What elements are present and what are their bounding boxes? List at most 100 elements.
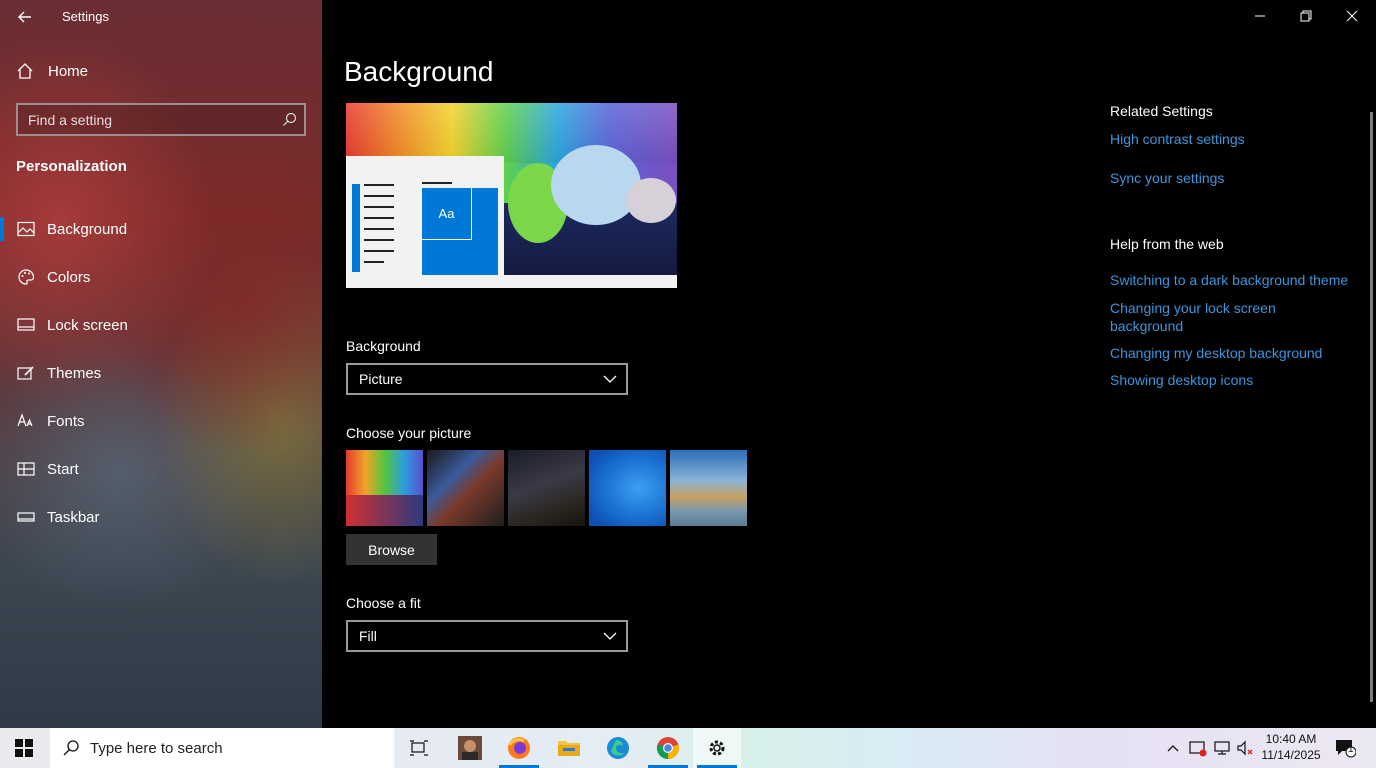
sidebar-item-label: Colors bbox=[47, 268, 91, 286]
find-setting-input[interactable] bbox=[28, 111, 268, 129]
sidebar-item-label: Themes bbox=[47, 364, 102, 382]
security-tray-icon[interactable] bbox=[1186, 728, 1210, 768]
home-label: Home bbox=[48, 62, 89, 80]
sidebar-item-fonts[interactable]: Fonts bbox=[0, 397, 322, 445]
minimize-button[interactable] bbox=[1237, 0, 1283, 32]
brush-icon bbox=[17, 364, 35, 382]
preview-character bbox=[551, 145, 641, 225]
taskbar-app-settings[interactable] bbox=[693, 728, 741, 768]
background-type-dropdown[interactable]: Picture bbox=[346, 363, 628, 395]
related-settings-heading: Related Settings bbox=[1110, 103, 1213, 119]
folder-icon bbox=[558, 741, 580, 756]
minimize-icon bbox=[1255, 15, 1265, 17]
clock-date: 11/14/2025 bbox=[1261, 748, 1321, 762]
background-type-value: Picture bbox=[359, 371, 403, 387]
preview-tile-text: Aa bbox=[422, 188, 472, 240]
sidebar-item-taskbar[interactable]: Taskbar bbox=[0, 493, 322, 541]
action-center-button[interactable]: 1 bbox=[1330, 728, 1360, 768]
preview-character bbox=[626, 178, 676, 223]
start-button[interactable] bbox=[0, 728, 48, 768]
taskbar-app-edge[interactable] bbox=[594, 728, 642, 768]
clock-time: 10:40 AM bbox=[1265, 732, 1317, 746]
help-link[interactable]: Switching to a dark background theme bbox=[1110, 271, 1360, 289]
search-icon bbox=[63, 740, 79, 756]
home-nav-item[interactable]: Home bbox=[16, 62, 88, 80]
preview-taskbar bbox=[346, 275, 677, 288]
taskbar: Type here to search 10:40 AM 11/14/2025 … bbox=[0, 728, 1376, 768]
help-link[interactable]: Changing your lock screen background bbox=[1110, 299, 1310, 335]
sidebar-nav: Background Colors Lock screen Themes Fon… bbox=[0, 205, 322, 541]
fit-dropdown[interactable]: Fill bbox=[346, 620, 628, 652]
help-link[interactable]: Changing my desktop background bbox=[1110, 344, 1360, 362]
browse-button[interactable]: Browse bbox=[346, 534, 437, 565]
taskbar-app-file-explorer[interactable] bbox=[545, 728, 593, 768]
preview-app-list bbox=[352, 184, 394, 272]
choose-picture-label: Choose your picture bbox=[346, 425, 472, 441]
sidebar-item-label: Lock screen bbox=[47, 316, 128, 334]
chevron-up-icon bbox=[1167, 745, 1179, 752]
taskbar-app-chrome[interactable] bbox=[644, 728, 692, 768]
taskbar-app-photo[interactable] bbox=[446, 728, 494, 768]
taskbar-search-box[interactable]: Type here to search bbox=[50, 728, 394, 768]
picture-thumbnail[interactable] bbox=[589, 450, 666, 526]
volume-muted-icon bbox=[1237, 740, 1253, 756]
back-arrow-icon bbox=[18, 11, 31, 23]
windows-logo-icon bbox=[15, 739, 33, 757]
preview-tile-heading bbox=[422, 182, 452, 184]
scrollbar[interactable] bbox=[1370, 112, 1373, 702]
search-icon[interactable] bbox=[281, 111, 298, 128]
sidebar-item-colors[interactable]: Colors bbox=[0, 253, 322, 301]
fit-value: Fill bbox=[359, 628, 377, 644]
volume-tray-icon[interactable] bbox=[1234, 728, 1256, 768]
sidebar-item-label: Fonts bbox=[47, 412, 85, 430]
font-icon bbox=[17, 412, 35, 430]
restore-icon bbox=[1300, 10, 1312, 22]
section-title: Personalization bbox=[16, 158, 127, 175]
background-preview: Aa bbox=[346, 103, 677, 288]
notification-count: 1 bbox=[1348, 744, 1354, 755]
sidebar-item-background[interactable]: Background bbox=[0, 205, 322, 253]
image-icon bbox=[17, 220, 35, 238]
palette-icon bbox=[17, 268, 35, 286]
taskbar-app-firefox[interactable] bbox=[495, 728, 543, 768]
picture-thumbnail[interactable] bbox=[427, 450, 504, 526]
picture-thumbnails bbox=[346, 450, 747, 526]
sidebar: Settings Home Personalization Background… bbox=[0, 0, 322, 728]
sidebar-item-label: Taskbar bbox=[47, 508, 100, 526]
picture-thumbnail[interactable] bbox=[670, 450, 747, 526]
picture-thumbnail[interactable] bbox=[346, 450, 423, 526]
help-heading: Help from the web bbox=[1110, 236, 1224, 252]
chevron-down-icon bbox=[603, 375, 617, 383]
sidebar-item-lock-screen[interactable]: Lock screen bbox=[0, 301, 322, 349]
fit-label: Choose a fit bbox=[346, 595, 421, 611]
lock-screen-icon bbox=[17, 316, 35, 334]
taskbar-icon bbox=[17, 508, 35, 526]
close-icon bbox=[1346, 10, 1358, 22]
find-setting-search[interactable] bbox=[16, 103, 306, 136]
clock[interactable]: 10:40 AM 11/14/2025 bbox=[1256, 731, 1326, 763]
sidebar-item-label: Start bbox=[47, 460, 79, 478]
picture-thumbnail[interactable] bbox=[508, 450, 585, 526]
sidebar-item-label: Background bbox=[47, 220, 128, 238]
firefox-icon bbox=[508, 737, 530, 759]
network-icon bbox=[1214, 741, 1230, 755]
help-link[interactable]: Showing desktop icons bbox=[1110, 371, 1360, 389]
app-title: Settings bbox=[62, 9, 109, 24]
preview-app-list-bar bbox=[352, 184, 360, 272]
sidebar-item-themes[interactable]: Themes bbox=[0, 349, 322, 397]
network-tray-icon[interactable] bbox=[1210, 728, 1234, 768]
preview-sky bbox=[346, 103, 677, 163]
chevron-down-icon bbox=[603, 632, 617, 640]
app-thumbnail-icon bbox=[458, 736, 482, 760]
edge-icon bbox=[607, 737, 629, 759]
chrome-icon bbox=[656, 737, 680, 760]
background-label: Background bbox=[346, 338, 421, 354]
sync-settings-link[interactable]: Sync your settings bbox=[1110, 169, 1360, 187]
close-button[interactable] bbox=[1329, 0, 1375, 32]
high-contrast-link[interactable]: High contrast settings bbox=[1110, 130, 1360, 148]
back-button[interactable] bbox=[14, 6, 36, 28]
task-view-button[interactable] bbox=[395, 728, 443, 768]
restore-button[interactable] bbox=[1283, 0, 1329, 32]
show-hidden-icons-button[interactable] bbox=[1162, 728, 1184, 768]
sidebar-item-start[interactable]: Start bbox=[0, 445, 322, 493]
